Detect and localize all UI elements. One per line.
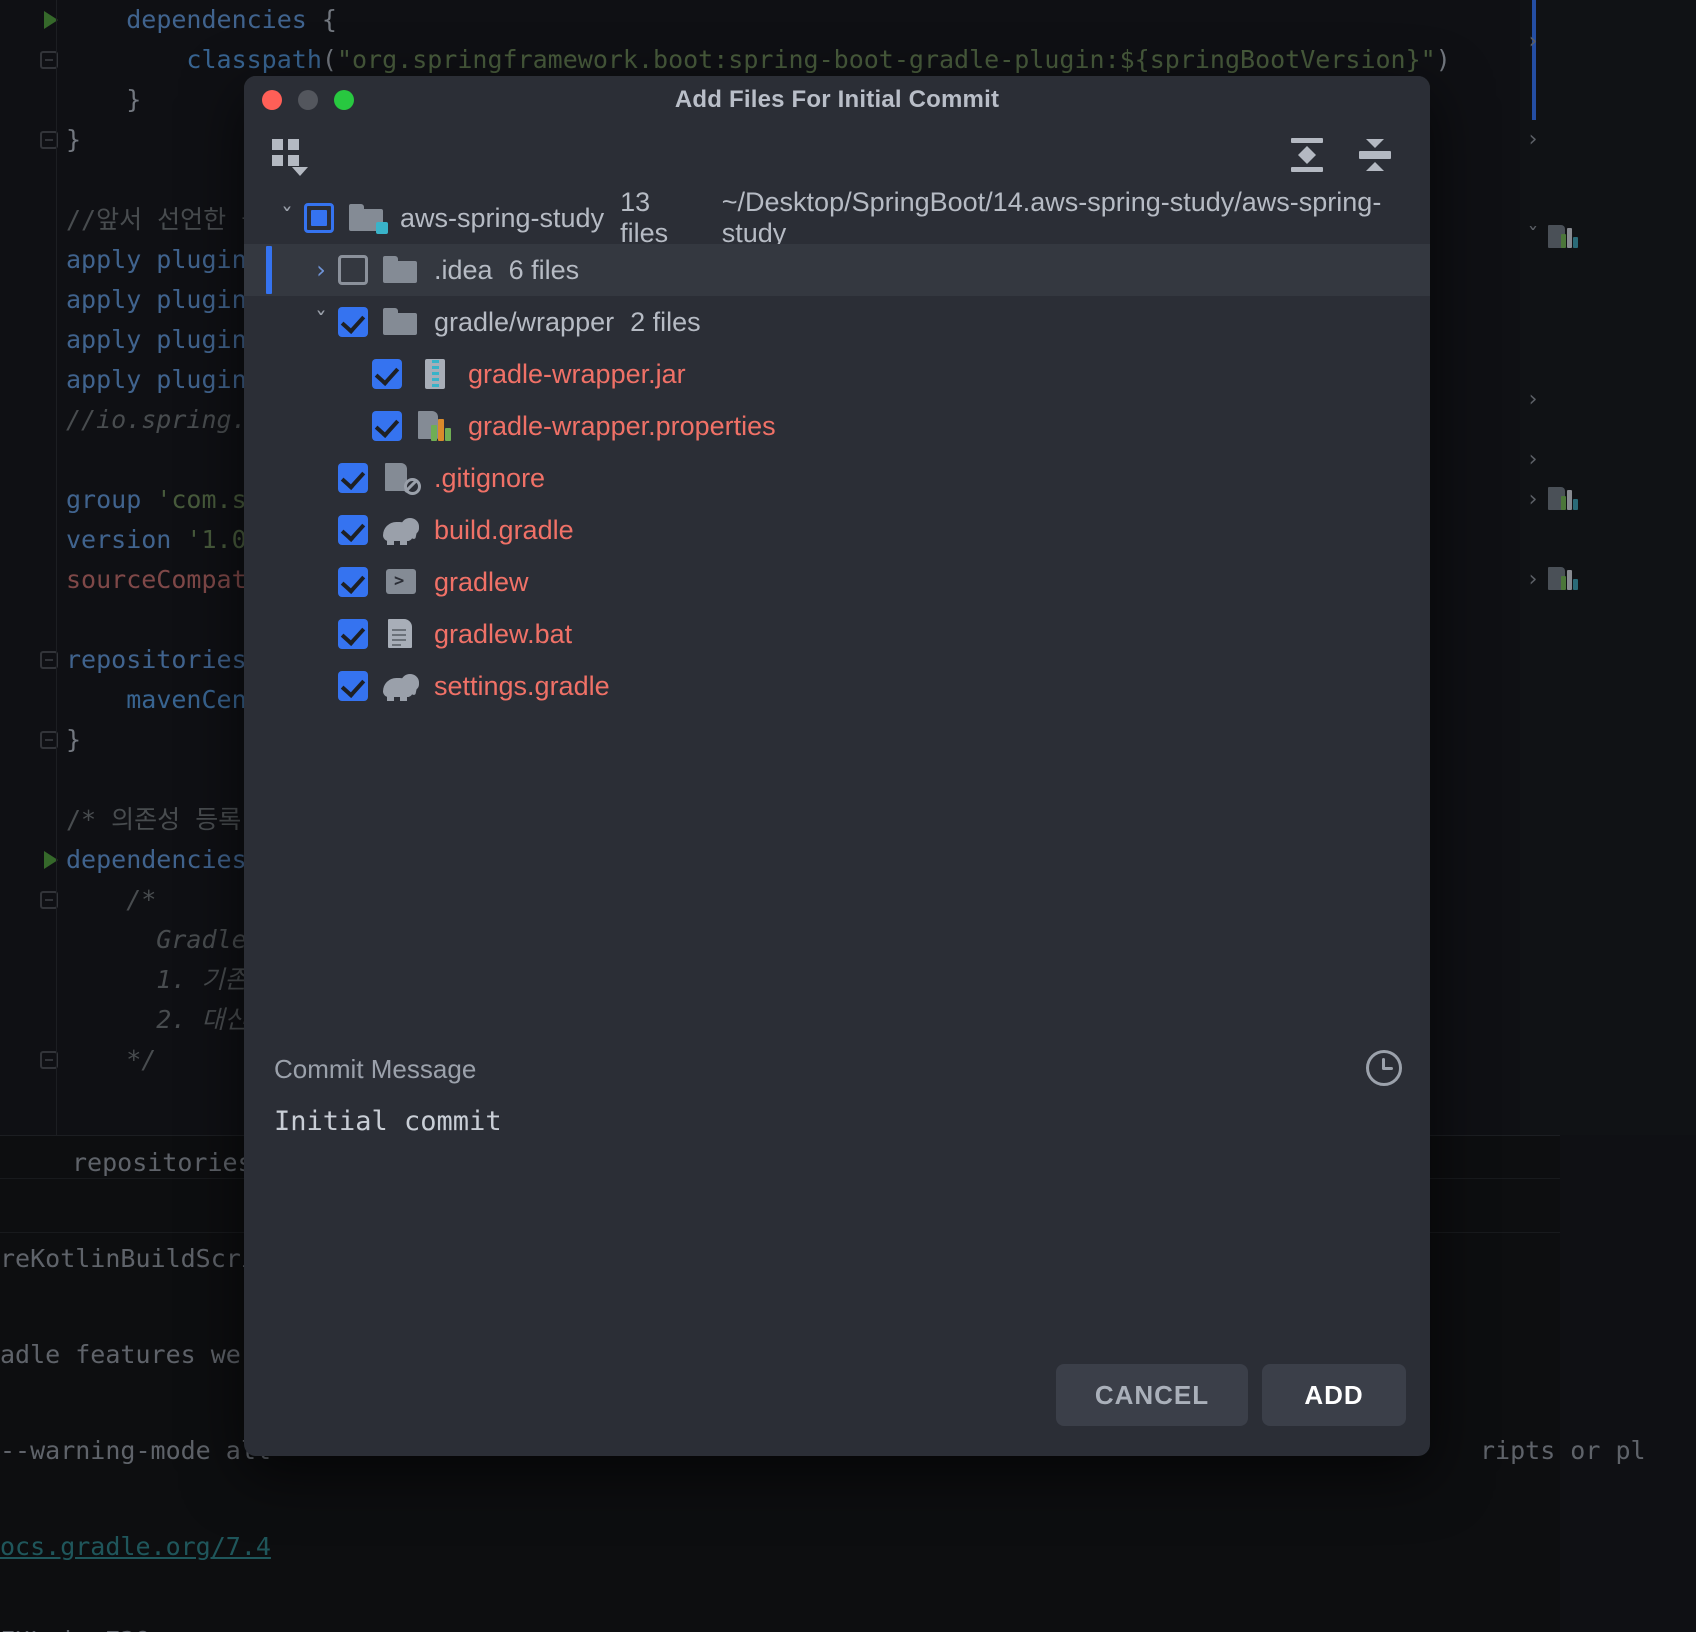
- dialog-title: Add Files For Initial Commit: [674, 86, 1000, 113]
- dialog-footer: CANCEL ADD: [244, 1338, 1430, 1456]
- dialog-titlebar[interactable]: Add Files For Initial Commit: [244, 76, 1430, 124]
- tree-row-checkbox[interactable]: [338, 307, 368, 337]
- chevron-down-icon: [292, 167, 308, 176]
- tree-row-checkbox[interactable]: [338, 671, 368, 701]
- add-button[interactable]: ADD: [1262, 1364, 1406, 1426]
- properties-file-icon: [414, 409, 458, 443]
- chevron-down-icon[interactable]: ˇ: [270, 204, 304, 232]
- tree-row[interactable]: gradlew.bat: [244, 608, 1430, 660]
- expand-all-icon[interactable]: [1286, 134, 1328, 176]
- folder-icon: [380, 305, 424, 339]
- tree-row-checkbox[interactable]: [338, 619, 368, 649]
- tree-row-checkbox[interactable]: [338, 463, 368, 493]
- tree-row-name: .gitignore: [434, 462, 546, 493]
- gradle-file-icon: [380, 669, 424, 703]
- chevron-down-icon[interactable]: ˇ: [304, 308, 338, 336]
- tree-row-file-count: 2 files: [630, 306, 701, 337]
- selection-indicator: [266, 246, 272, 294]
- gitignore-file-icon: [380, 461, 424, 495]
- tree-row[interactable]: settings.gradle: [244, 660, 1430, 712]
- tree-row[interactable]: .gitignore: [244, 452, 1430, 504]
- tree-row[interactable]: gradle-wrapper.jar: [244, 348, 1430, 400]
- dialog-toolbar: [244, 124, 1430, 186]
- tree-row-name: build.gradle: [434, 514, 574, 545]
- tree-row[interactable]: > gradlew: [244, 556, 1430, 608]
- cancel-button[interactable]: CANCEL: [1056, 1364, 1248, 1426]
- tree-row-checkbox[interactable]: [372, 411, 402, 441]
- tree-row-name: gradle-wrapper.properties: [468, 410, 776, 441]
- group-by-icon[interactable]: [270, 136, 310, 176]
- commit-message-input[interactable]: Initial commit: [274, 1104, 1374, 1364]
- tree-row[interactable]: build.gradle: [244, 504, 1430, 556]
- folder-icon: [380, 253, 424, 287]
- document-file-icon: [380, 617, 424, 651]
- tree-row-name: gradlew: [434, 566, 529, 597]
- jar-file-icon: [414, 357, 458, 391]
- chevron-right-icon[interactable]: ›: [304, 256, 338, 284]
- tree-row-file-count: 13 files: [620, 187, 669, 248]
- clock-icon[interactable]: [1366, 1050, 1402, 1086]
- tree-row-name: aws-spring-study: [400, 202, 605, 233]
- shell-script-icon: >: [380, 565, 424, 599]
- screen: dependencies { classpath("org.springfram…: [0, 0, 1696, 1632]
- tree-row-path: ~/Desktop/SpringBoot/14.aws-spring-study…: [721, 187, 1382, 248]
- tree-row-checkbox[interactable]: [372, 359, 402, 389]
- folder-modified-icon: [346, 201, 390, 235]
- tree-row[interactable]: gradle-wrapper.properties: [244, 400, 1430, 452]
- tree-row-name: gradle-wrapper.jar: [468, 358, 686, 389]
- add-files-dialog: Add Files For Initial Commit ˇ aws-spring…: [244, 76, 1430, 1456]
- tree-row[interactable]: › .idea 6 files: [244, 244, 1430, 296]
- tree-row-checkbox[interactable]: [338, 567, 368, 597]
- tree-row[interactable]: ˇ aws-spring-study 13 files ~/Desktop/Sprin…: [244, 187, 1430, 248]
- tree-row-name: .idea: [434, 254, 493, 285]
- tree-row-name: gradle/wrapper: [434, 306, 615, 337]
- gradle-file-icon: [380, 513, 424, 547]
- collapse-all-icon[interactable]: [1354, 134, 1396, 176]
- tree-row[interactable]: ˇ gradle/wrapper 2 files: [244, 296, 1430, 348]
- tree-row-checkbox[interactable]: [304, 203, 334, 233]
- tree-row-name: settings.gradle: [434, 670, 610, 701]
- file-tree[interactable]: ˇ aws-spring-study 13 files ~/Desktop/Sprin…: [244, 186, 1430, 1048]
- tree-row-file-count: 6 files: [508, 254, 580, 285]
- tree-row-name: gradlew.bat: [434, 618, 573, 649]
- tree-row-checkbox[interactable]: [338, 515, 368, 545]
- tree-row-checkbox[interactable]: [338, 255, 368, 285]
- commit-message-label: Commit Message: [274, 1054, 477, 1084]
